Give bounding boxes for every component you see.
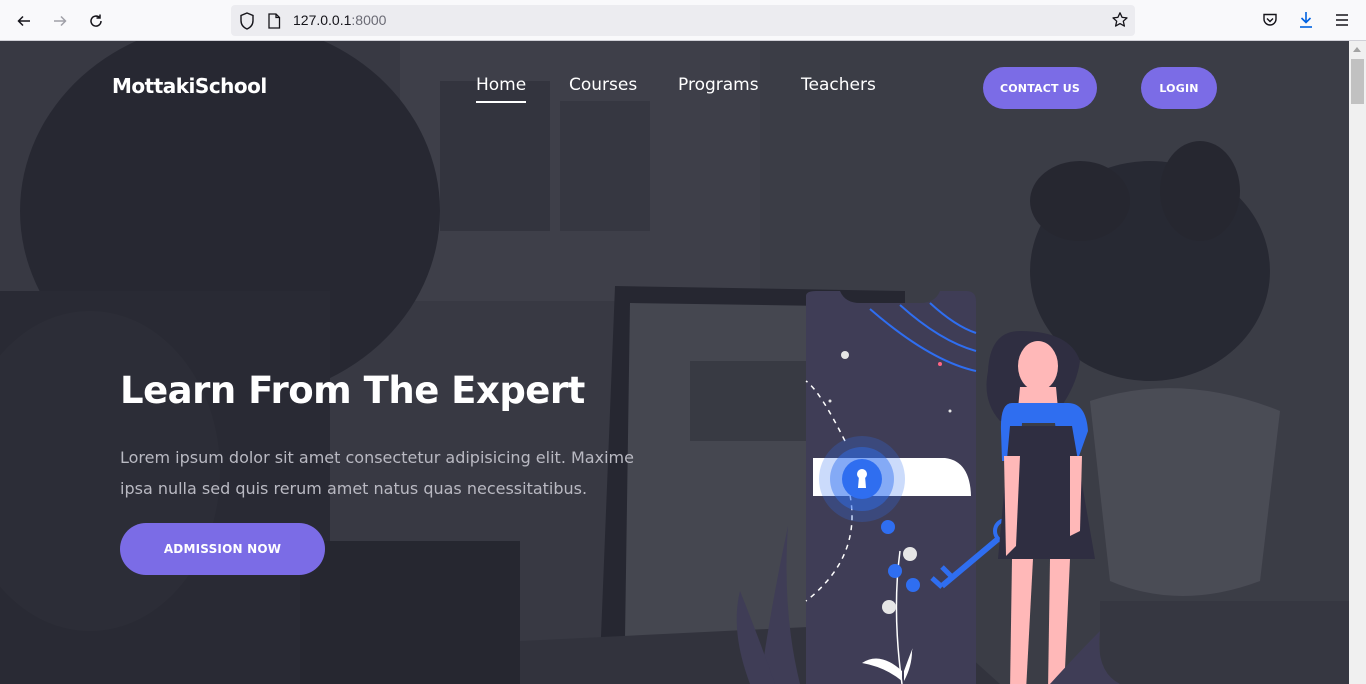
menu-icon[interactable] xyxy=(1332,10,1352,30)
hero-description: Lorem ipsum dolor sit amet consectetur a… xyxy=(120,448,634,498)
page-viewport: MottakiSchool Home Courses Programs Teac… xyxy=(0,41,1349,684)
page-scrollbar[interactable] xyxy=(1349,41,1366,684)
nav-programs[interactable]: Programs xyxy=(678,75,759,95)
nav-courses[interactable]: Courses xyxy=(569,75,637,95)
contact-us-button[interactable]: Contact Us xyxy=(983,67,1097,109)
url-bar[interactable]: 127.0.0.1:8000 xyxy=(231,5,1135,36)
nav-home[interactable]: Home xyxy=(476,75,527,103)
hero-title: Learn From The Expert xyxy=(120,369,585,412)
site-logo[interactable]: MottakiSchool xyxy=(112,74,267,98)
login-button[interactable]: Login xyxy=(1141,67,1217,109)
reload-icon[interactable] xyxy=(83,8,109,34)
back-icon[interactable] xyxy=(11,8,37,34)
scroll-up-arrow-icon[interactable] xyxy=(1353,47,1361,52)
forward-icon[interactable] xyxy=(47,8,73,34)
star-icon[interactable] xyxy=(1111,11,1129,33)
url-text[interactable]: 127.0.0.1:8000 xyxy=(293,12,386,28)
nav-teachers[interactable]: Teachers xyxy=(801,75,876,95)
shield-icon[interactable] xyxy=(239,12,255,34)
download-icon[interactable] xyxy=(1296,10,1316,30)
hero-dark-overlay xyxy=(0,41,1349,684)
scrollbar-thumb[interactable] xyxy=(1351,59,1364,104)
browser-toolbar: 127.0.0.1:8000 xyxy=(0,0,1366,41)
unlock-illustration xyxy=(736,291,1120,684)
admission-now-button[interactable]: Admission Now xyxy=(120,523,325,575)
pocket-icon[interactable] xyxy=(1260,10,1280,30)
page-icon xyxy=(267,13,281,33)
